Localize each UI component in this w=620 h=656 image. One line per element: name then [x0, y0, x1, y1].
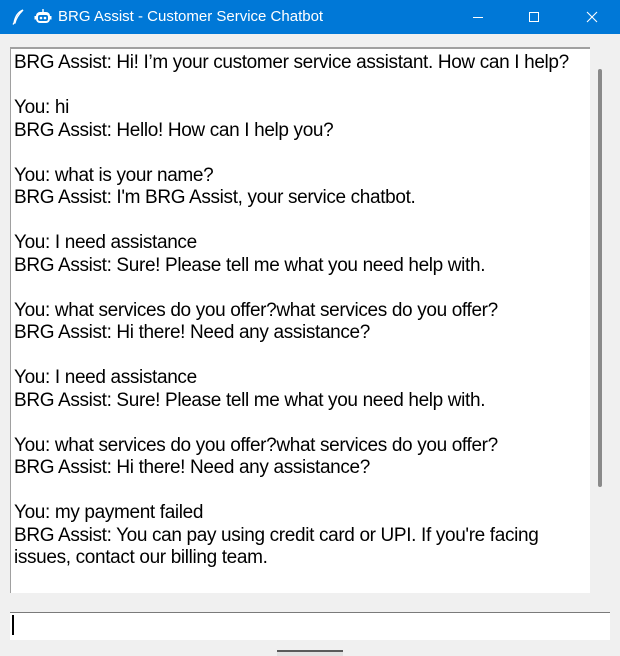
window-title: BRG Assist - Customer Service Chatbot	[58, 8, 324, 25]
chat-line: You: hi	[14, 97, 69, 118]
feather-icon	[8, 0, 30, 34]
chat-line: You: I need assistance	[14, 232, 197, 253]
scrollbar-thumb[interactable]	[598, 69, 602, 487]
maximize-button[interactable]	[506, 0, 562, 34]
message-input[interactable]	[10, 612, 610, 640]
minimize-button[interactable]	[450, 0, 506, 34]
chat-line: You: I need assistance	[14, 367, 197, 388]
chat-line: BRG Assist: Hi there! Need any assistanc…	[14, 457, 370, 478]
chat-line: You: my payment failed	[14, 502, 204, 523]
chat-line	[14, 142, 584, 165]
chat-line	[14, 345, 584, 368]
close-icon	[586, 11, 598, 23]
minimize-icon	[473, 17, 483, 18]
chat-line: BRG Assist: Hello! How can I help you?	[14, 119, 334, 141]
chat-history[interactable]: BRG Assist: Hi! I’m your customer servic…	[10, 47, 590, 593]
chat-line	[14, 210, 584, 233]
maximize-icon	[529, 12, 539, 22]
chatbot-window: BRG Assist - Customer Service Chatbot BR…	[0, 0, 620, 656]
title-bar[interactable]: BRG Assist - Customer Service Chatbot	[0, 0, 620, 34]
chat-line: BRG Assist: Hi! I’m your customer servic…	[14, 52, 569, 73]
chat-line: You: what is your name?	[14, 164, 214, 186]
chat-line: BRG Assist: Sure! Please tell me what yo…	[14, 254, 486, 276]
chat-line	[14, 277, 584, 300]
close-button[interactable]	[564, 0, 620, 34]
chat-transcript: BRG Assist: Hi! I’m your customer servic…	[14, 52, 584, 570]
text-caret	[12, 615, 14, 635]
chat-line	[14, 480, 584, 503]
send-button[interactable]	[277, 650, 343, 656]
chat-line: BRG Assist: I'm BRG Assist, your service…	[14, 187, 416, 208]
chat-line: You: what services do you offer?what ser…	[14, 299, 498, 321]
chat-line: BRG Assist: You can pay using credit car…	[14, 524, 544, 569]
robot-icon	[32, 0, 54, 34]
chat-scrollbar[interactable]	[592, 47, 609, 593]
chat-line	[14, 412, 584, 435]
chat-line	[14, 75, 584, 98]
chat-line: BRG Assist: Sure! Please tell me what yo…	[14, 389, 486, 411]
chat-line: You: what services do you offer?what ser…	[14, 434, 498, 456]
chat-line: BRG Assist: Hi there! Need any assistanc…	[14, 322, 370, 343]
